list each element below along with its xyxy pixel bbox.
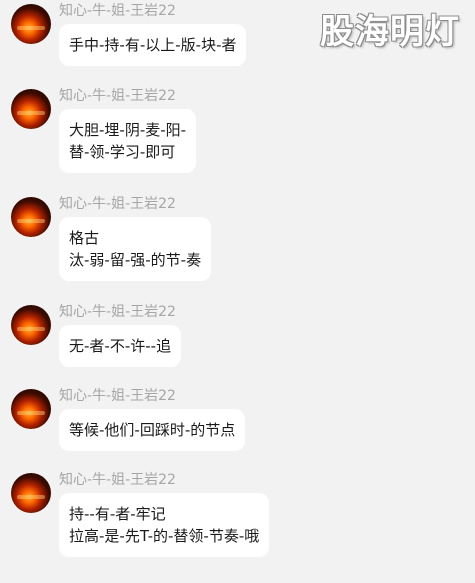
message-text: 格古 <box>69 229 100 247</box>
sender-nickname: 知心-牛-姐-王岩22 <box>59 88 176 104</box>
avatar[interactable] <box>11 197 51 237</box>
message-bubble[interactable]: 无-者-不-许--追 <box>59 325 182 367</box>
avatar[interactable] <box>11 89 51 129</box>
sender-nickname: 知心-牛-姐-王岩22 <box>59 472 176 488</box>
avatar[interactable] <box>11 473 51 513</box>
message-text: 汰-弱-留-强-的节-奏 <box>69 251 202 269</box>
message-text: 无-者-不-许--追 <box>69 337 172 355</box>
avatar[interactable] <box>11 4 51 44</box>
sender-nickname: 知心-牛-姐-王岩22 <box>59 196 176 212</box>
watermark-logo: 股海明灯 <box>320 12 460 52</box>
message-bubble[interactable]: 持--有-者-牢记 拉高-是-先T-的-替领-节奏-哦 <box>59 493 270 557</box>
message-bubble[interactable]: 手中-持-有-以上-版-块-者 <box>59 24 247 66</box>
message-text: 拉高-是-先T-的-替领-节奏-哦 <box>69 527 260 545</box>
message-bubble[interactable]: 等候-他们-回踩时-的节点 <box>59 409 246 451</box>
message-bubble[interactable]: 大胆-埋-阴-麦-阳- 替-领-学习-即可 <box>59 109 197 173</box>
sender-nickname: 知心-牛-姐-王岩22 <box>59 3 176 19</box>
message-text: 替-领-学习-即可 <box>69 143 176 161</box>
avatar[interactable] <box>11 305 51 345</box>
sender-nickname: 知心-牛-姐-王岩22 <box>59 388 176 404</box>
message-bubble[interactable]: 格古 汰-弱-留-强-的节-奏 <box>59 217 212 281</box>
message-text: 手中-持-有-以上-版-块-者 <box>69 36 237 54</box>
message-text: 等候-他们-回踩时-的节点 <box>69 421 236 439</box>
message-text: 持--有-者-牢记 <box>69 505 166 523</box>
chat-message-list[interactable]: 知心-牛-姐-王岩22 手中-持-有-以上-版-块-者 知心-牛-姐-王岩22 … <box>0 0 475 583</box>
message-text: 大胆-埋-阴-麦-阳- <box>69 121 187 139</box>
sender-nickname: 知心-牛-姐-王岩22 <box>59 304 176 320</box>
avatar[interactable] <box>11 389 51 429</box>
